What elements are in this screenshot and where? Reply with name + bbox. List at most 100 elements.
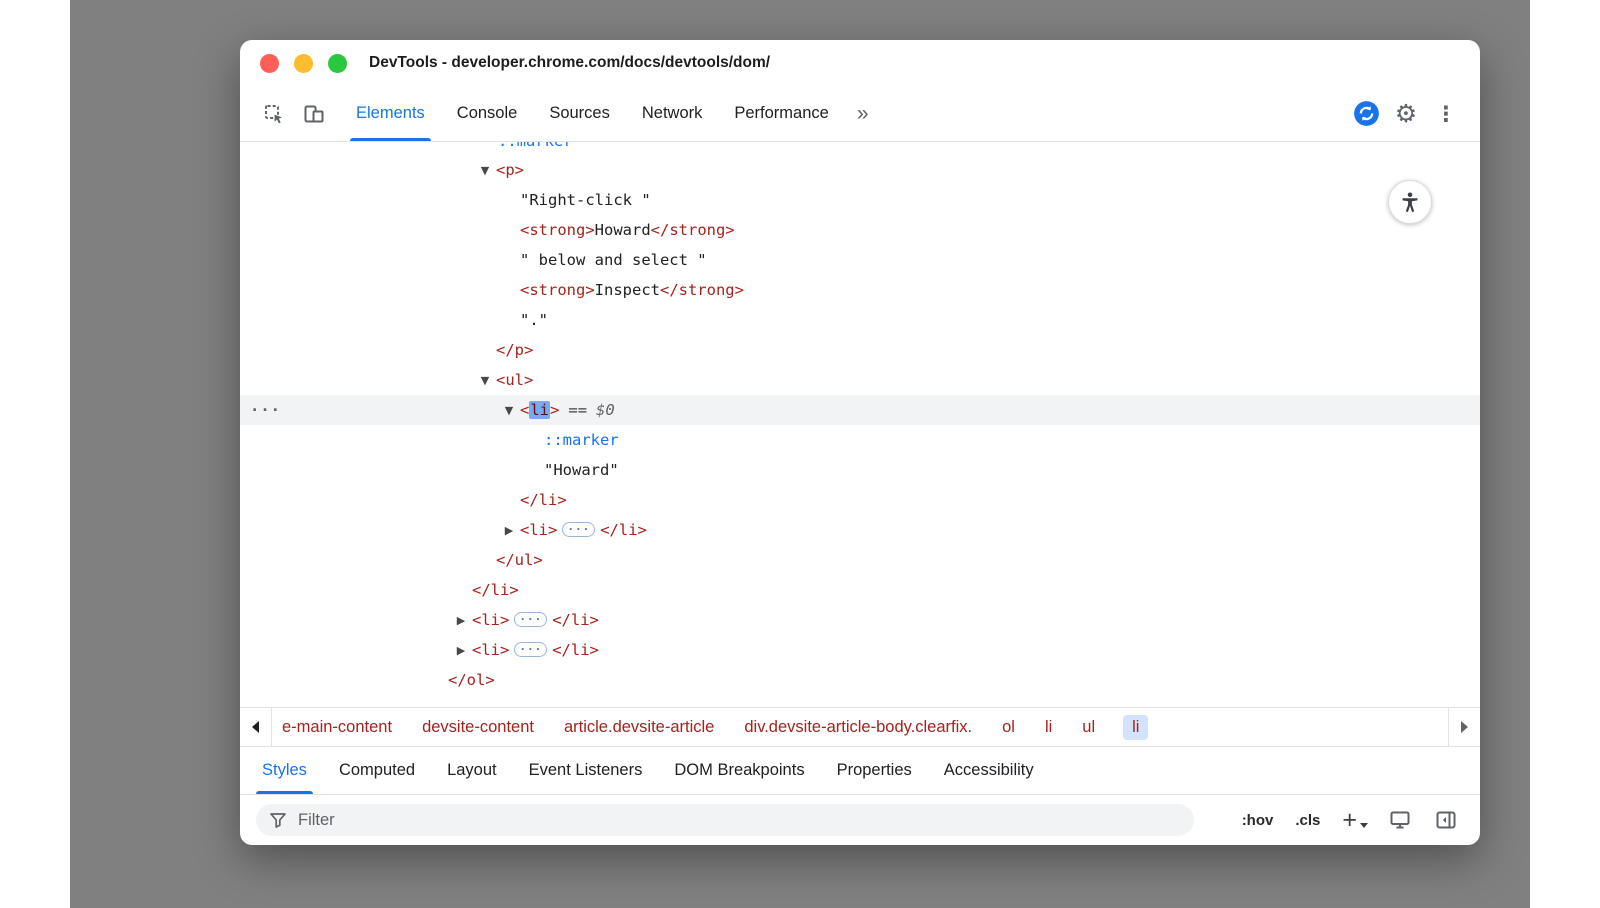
breadcrumb-scroll-left[interactable]: [240, 708, 272, 746]
tag-token: </li>: [472, 581, 519, 599]
tab-performance[interactable]: Performance: [718, 86, 844, 141]
left-arrow-icon: [252, 721, 259, 733]
new-style-rule-icon[interactable]: +: [1342, 808, 1366, 833]
sidebar-tab-dom-breakpoints[interactable]: DOM Breakpoints: [658, 747, 820, 794]
right-arrow-icon: [1461, 721, 1468, 733]
collapse-arrow-icon[interactable]: ▼: [474, 156, 496, 186]
more-options-icon[interactable]: ⋮: [1426, 86, 1466, 141]
style-filter-field[interactable]: [256, 804, 1194, 836]
dollar-zero-token: $0: [596, 401, 615, 419]
sidebar-tab-properties[interactable]: Properties: [821, 747, 928, 794]
collapsed-content-icon[interactable]: ···: [514, 642, 547, 657]
tag-token: <li>: [472, 611, 509, 629]
dom-tree-row[interactable]: <strong>Howard</strong>: [240, 215, 1480, 245]
reload-devtools-icon[interactable]: [1346, 86, 1386, 141]
sidebar-toggle-icon[interactable]: [1434, 808, 1458, 832]
device-toolbar-icon[interactable]: [294, 86, 334, 141]
zoom-button[interactable]: [328, 54, 347, 73]
expand-arrow-icon[interactable]: ▶: [450, 606, 472, 636]
node-options-icon[interactable]: ···: [250, 395, 281, 425]
settings-icon[interactable]: ⚙: [1386, 86, 1426, 141]
dom-tree-row[interactable]: "Right-click ": [240, 185, 1480, 215]
breadcrumb: e-main-content devsite-content article.dev…: [272, 708, 1448, 746]
sidebar-tab-computed[interactable]: Computed: [323, 747, 431, 794]
breadcrumb-item-ol[interactable]: ol: [1000, 715, 1017, 740]
dom-tree-row[interactable]: ▶<li>···</li>: [240, 515, 1480, 545]
selected-node-name[interactable]: li: [529, 401, 550, 419]
desktop-background: DevTools - developer.chrome.com/docs/dev…: [70, 0, 1530, 908]
minimize-button[interactable]: [294, 54, 313, 73]
dom-tree-row[interactable]: </li>: [240, 485, 1480, 515]
element-classes-button[interactable]: .cls: [1295, 812, 1320, 829]
sidebar-tab-accessibility[interactable]: Accessibility: [928, 747, 1050, 794]
text-token: Inspect: [595, 281, 660, 299]
collapsed-content-icon[interactable]: ···: [562, 522, 595, 537]
tag-token: </strong>: [651, 221, 735, 239]
styles-filter-bar: :hov .cls +: [240, 795, 1480, 845]
dom-tree-row[interactable]: </p>: [240, 335, 1480, 365]
styles-toolbar-actions: :hov .cls +: [1242, 808, 1458, 833]
pseudo-element-token: ::marker: [498, 142, 573, 150]
inspect-icon[interactable]: [254, 86, 294, 141]
rendering-icon[interactable]: [1388, 808, 1412, 832]
tag-token: <strong>: [520, 281, 595, 299]
collapse-arrow-icon[interactable]: ▼: [474, 366, 496, 396]
expand-arrow-icon[interactable]: ▶: [498, 516, 520, 546]
panel-tabs: ElementsConsoleSourcesNetworkPerformance: [340, 86, 845, 141]
main-toolbar: ElementsConsoleSourcesNetworkPerformance…: [240, 86, 1480, 142]
tag-token: <li>: [472, 641, 509, 659]
tag-token: <p>: [496, 161, 524, 179]
breadcrumb-bar: e-main-content devsite-content article.dev…: [240, 707, 1480, 747]
expand-arrow-icon[interactable]: ▶: [450, 636, 472, 666]
accessibility-button[interactable]: [1388, 180, 1432, 224]
filter-icon: [268, 810, 288, 830]
tag-token: </li>: [520, 491, 567, 509]
breadcrumb-item-e-main-content[interactable]: e-main-content: [280, 715, 394, 740]
dom-tree-row[interactable]: </ul>: [240, 545, 1480, 575]
breadcrumb-item-devsite-content[interactable]: devsite-content: [420, 715, 536, 740]
dom-tree-row[interactable]: ▼<ul>: [240, 365, 1480, 395]
breadcrumb-item-li[interactable]: li: [1123, 715, 1148, 740]
breadcrumb-item-div-devsite-article-body-clearfix[interactable]: div.devsite-article-body.clearfix.: [742, 715, 974, 740]
sidebar-tab-styles[interactable]: Styles: [246, 747, 323, 794]
dom-tree-row[interactable]: </li>: [240, 575, 1480, 605]
tag-token: <ul>: [496, 371, 533, 389]
tag-token: </li>: [552, 641, 599, 659]
tab-elements[interactable]: Elements: [340, 86, 441, 141]
breadcrumb-item-li[interactable]: li: [1043, 715, 1054, 740]
collapse-arrow-icon[interactable]: ▼: [498, 396, 520, 426]
sidebar-tab-layout[interactable]: Layout: [431, 747, 513, 794]
toolbar-spacer: [881, 86, 1346, 141]
tag-token: <strong>: [520, 221, 595, 239]
tab-network[interactable]: Network: [626, 86, 719, 141]
text-token: ".": [520, 311, 548, 329]
text-token: " below and select ": [520, 251, 707, 269]
dom-tree-row[interactable]: ▼<p>: [240, 155, 1480, 185]
tag-token: </li>: [552, 611, 599, 629]
breadcrumb-scroll-right[interactable]: [1448, 708, 1480, 746]
dom-tree-row[interactable]: ▶<li> ··· </li>: [240, 605, 1480, 635]
dom-tree-row[interactable]: <strong>Inspect</strong>: [240, 275, 1480, 305]
close-button[interactable]: [260, 54, 279, 73]
collapsed-content-icon[interactable]: ···: [514, 612, 547, 627]
breadcrumb-item-ul[interactable]: ul: [1080, 715, 1097, 740]
dom-tree-row[interactable]: ::marker: [240, 425, 1480, 455]
pseudo-element-token[interactable]: ::marker: [544, 431, 619, 449]
dom-tree-row[interactable]: ···▼<li>==$0: [240, 395, 1480, 425]
tag-token: <li>: [520, 521, 557, 539]
window-title: DevTools - developer.chrome.com/docs/dev…: [369, 54, 770, 72]
filter-input[interactable]: [298, 811, 1182, 830]
dom-tree-row[interactable]: "Howard": [240, 455, 1480, 485]
dom-tree-row[interactable]: </ol>: [240, 665, 1480, 695]
dom-tree: ▼<p>"Right-click "<strong>Howard</strong…: [240, 155, 1480, 695]
dom-tree-row[interactable]: ".": [240, 305, 1480, 335]
sidebar-tab-event-listeners[interactable]: Event Listeners: [513, 747, 659, 794]
more-tabs-icon[interactable]: »: [845, 86, 881, 141]
devtools-window: DevTools - developer.chrome.com/docs/dev…: [240, 40, 1480, 845]
dom-tree-row[interactable]: ▶<li> ··· </li>: [240, 635, 1480, 665]
breadcrumb-item-article-devsite-article[interactable]: article.devsite-article: [562, 715, 716, 740]
tab-console[interactable]: Console: [441, 86, 534, 141]
tab-sources[interactable]: Sources: [533, 86, 626, 141]
toggle-element-state-button[interactable]: :hov: [1242, 812, 1274, 829]
dom-tree-row[interactable]: " below and select ": [240, 245, 1480, 275]
